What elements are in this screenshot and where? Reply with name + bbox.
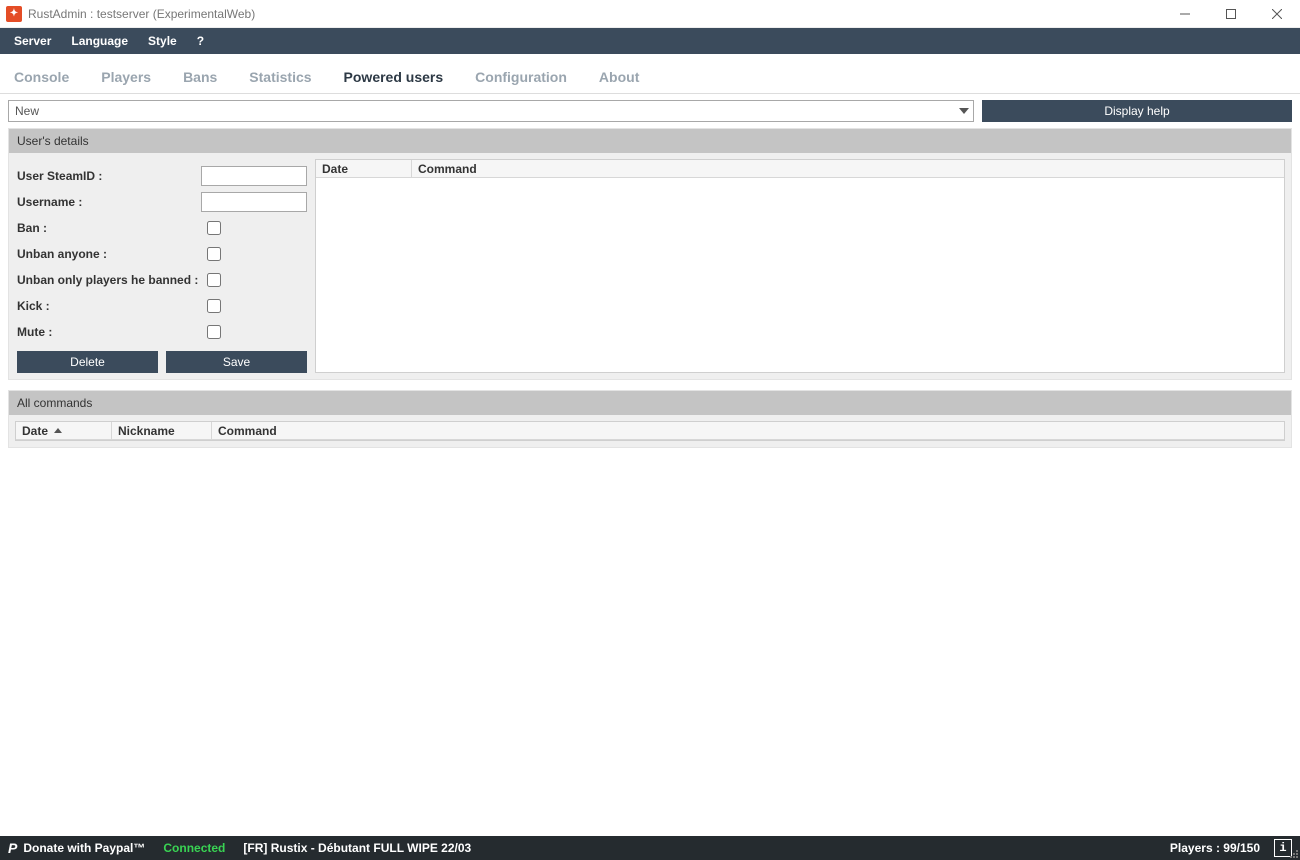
unban-own-checkbox[interactable] [207, 273, 221, 287]
col-command-all[interactable]: Command [212, 422, 1284, 439]
user-details-header: User's details [9, 129, 1291, 153]
all-commands-grid: Date Nickname Command [15, 421, 1285, 441]
menu-style[interactable]: Style [138, 28, 187, 54]
mute-label: Mute : [17, 325, 207, 339]
all-commands-panel: All commands Date Nickname Command [8, 390, 1292, 448]
kick-label: Kick : [17, 299, 207, 313]
dropdown-value: New [15, 104, 39, 118]
tab-statistics[interactable]: Statistics [241, 59, 319, 93]
user-details-panel: User's details User SteamID : Username :… [8, 128, 1292, 380]
display-help-button[interactable]: Display help [982, 100, 1292, 122]
user-commands-grid: Date Command [315, 159, 1285, 373]
paypal-icon: P [8, 840, 17, 856]
col-date-all-label: Date [22, 424, 48, 438]
donate-link[interactable]: Donate with Paypal™ [23, 841, 145, 855]
titlebar: ✦ RustAdmin : testserver (ExperimentalWe… [0, 0, 1300, 28]
server-name: [FR] Rustix - Débutant FULL WIPE 22/03 [243, 841, 471, 855]
resize-grip[interactable] [1287, 847, 1299, 859]
steamid-label: User SteamID : [17, 169, 201, 183]
tab-about[interactable]: About [591, 59, 647, 93]
col-date-all[interactable]: Date [16, 422, 112, 439]
user-details-form: User SteamID : Username : Ban : Unban an… [9, 153, 315, 379]
chevron-down-icon [959, 108, 969, 114]
all-commands-header: All commands [9, 391, 1291, 415]
unban-own-label: Unban only players he banned : [17, 273, 207, 287]
ban-checkbox[interactable] [207, 221, 221, 235]
minimize-button[interactable] [1162, 0, 1208, 28]
username-label: Username : [17, 195, 201, 209]
statusbar: P Donate with Paypal™ Connected [FR] Rus… [0, 836, 1300, 860]
unban-anyone-label: Unban anyone : [17, 247, 207, 261]
menu-help[interactable]: ? [187, 28, 214, 54]
save-button[interactable]: Save [166, 351, 307, 373]
kick-checkbox[interactable] [207, 299, 221, 313]
col-command[interactable]: Command [412, 160, 1284, 177]
delete-button[interactable]: Delete [17, 351, 158, 373]
top-row: New Display help [8, 100, 1292, 122]
menubar: Server Language Style ? [0, 28, 1300, 54]
tab-bans[interactable]: Bans [175, 59, 225, 93]
tab-console[interactable]: Console [6, 59, 77, 93]
mute-checkbox[interactable] [207, 325, 221, 339]
close-button[interactable] [1254, 0, 1300, 28]
window-title: RustAdmin : testserver (ExperimentalWeb) [28, 7, 255, 21]
unban-anyone-checkbox[interactable] [207, 247, 221, 261]
content-area: New Display help User's details User Ste… [0, 94, 1300, 456]
ban-label: Ban : [17, 221, 207, 235]
col-date[interactable]: Date [316, 160, 412, 177]
col-nickname[interactable]: Nickname [112, 422, 212, 439]
tab-powered-users[interactable]: Powered users [336, 59, 452, 93]
connection-status: Connected [163, 841, 225, 855]
tab-configuration[interactable]: Configuration [467, 59, 575, 93]
menu-language[interactable]: Language [61, 28, 138, 54]
user-commands-grid-header: Date Command [316, 160, 1284, 178]
username-input[interactable] [201, 192, 307, 212]
user-commands-grid-body[interactable] [316, 178, 1284, 372]
players-count: Players : 99/150 [1170, 841, 1260, 855]
steamid-input[interactable] [201, 166, 307, 186]
tab-players[interactable]: Players [93, 59, 159, 93]
app-icon: ✦ [6, 6, 22, 22]
maximize-button[interactable] [1208, 0, 1254, 28]
user-select-dropdown[interactable]: New [8, 100, 974, 122]
menu-server[interactable]: Server [4, 28, 61, 54]
all-commands-grid-header: Date Nickname Command [16, 422, 1284, 440]
tabstrip: Console Players Bans Statistics Powered … [0, 54, 1300, 94]
sort-asc-icon [54, 428, 62, 433]
